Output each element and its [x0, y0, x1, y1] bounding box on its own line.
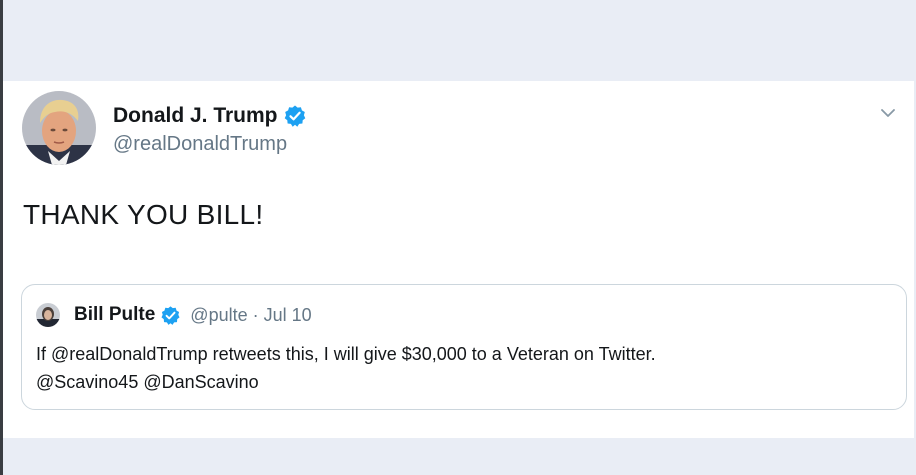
tweet-card[interactable]: Donald J. Trump @realDonaldTrump THANK Y…	[3, 81, 914, 438]
quoted-tweet-text-line-1: If @realDonaldTrump retweets this, I wil…	[36, 344, 656, 364]
author-name-row[interactable]: Donald J. Trump	[113, 101, 307, 131]
quoted-tweet-text-line-2: @Scavino45 @DanScavino	[36, 372, 259, 392]
quoted-tweet-card[interactable]: Bill Pulte @pulte · Jul 10 If @realDonal…	[21, 284, 907, 410]
dot-separator: ·	[252, 304, 259, 325]
author-name[interactable]: Donald J. Trump	[113, 104, 278, 128]
verified-badge-icon	[161, 305, 180, 325]
author-handle[interactable]: @realDonaldTrump	[113, 133, 287, 156]
quoted-author-handle[interactable]: @pulte	[190, 305, 247, 326]
quoted-author-name[interactable]: Bill Pulte	[74, 304, 155, 326]
verified-badge-icon	[284, 105, 305, 127]
tweet-text: THANK YOU BILL!	[23, 199, 264, 230]
quoted-tweet-header: Bill Pulte @pulte · Jul 10	[74, 301, 312, 329]
quoted-tweet-date[interactable]: Jul 10	[264, 305, 312, 326]
quoted-author-avatar[interactable]	[36, 303, 60, 327]
chevron-down-icon[interactable]	[878, 103, 898, 123]
author-avatar[interactable]	[22, 91, 96, 165]
